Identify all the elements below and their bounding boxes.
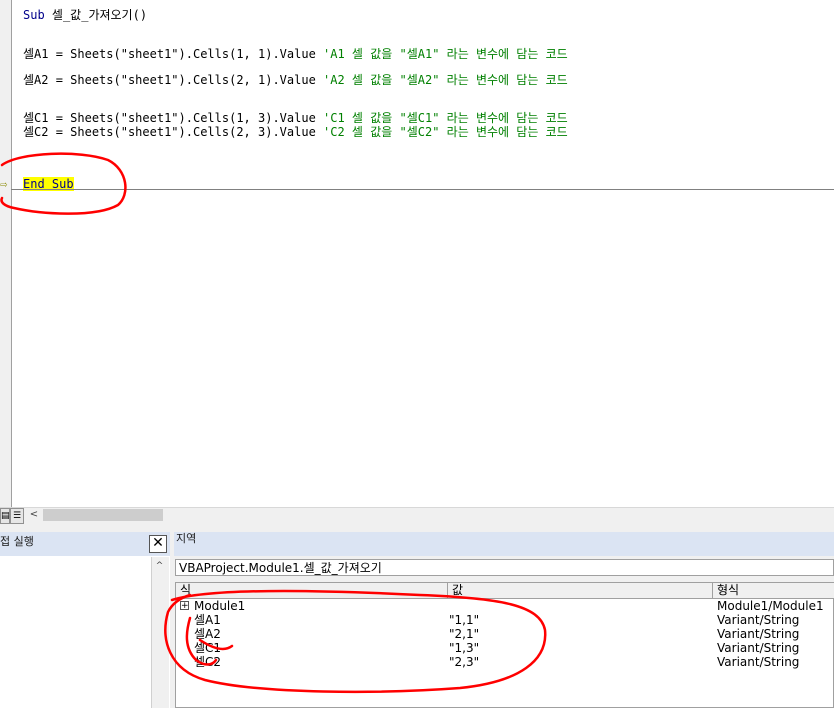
table-row[interactable]: 셀C1 "1,3" Variant/String [176,641,834,655]
code-text: 셀C2 = Sheets("sheet1").Cells(2, 3).Value [23,125,324,139]
code-text: 셀A1 = Sheets("sheet1").Cells(1, 1).Value [23,47,324,61]
row-value: "2,1" [449,627,480,641]
close-icon[interactable]: ✕ [149,535,167,553]
execution-arrow-icon: ⇨ [0,177,8,191]
table-row[interactable]: + Module1 Module1/Module1 [176,599,834,613]
vertical-scrollbar[interactable] [151,557,169,708]
code-comment: 'C1 셀 값을 "셀C1" 라는 변수에 담는 코드 [323,111,568,125]
expand-icon[interactable]: + [180,601,189,611]
row-name: Module1 [194,599,246,613]
full-module-view-button[interactable]: ☰ [10,508,24,524]
row-type: Variant/String [717,627,800,641]
row-name: 셀A2 [194,627,221,641]
locals-window-title: 지역 [174,532,834,556]
keyword-sub: Sub [23,8,45,22]
code-text: 셀A2 = Sheets("sheet1").Cells(2, 1).Value [23,73,324,87]
row-value: "2,3" [449,655,480,669]
row-type: Variant/String [717,613,800,627]
code-comment: 'A2 셀 값을 "셀A2" 라는 변수에 담는 코드 [323,73,568,87]
column-header-value[interactable]: 값 [448,583,713,598]
code-comment: 'A1 셀 값을 "셀A1" 라는 변수에 담는 코드 [323,47,568,61]
row-name: 셀C1 [194,641,222,655]
table-row[interactable]: 셀A1 "1,1" Variant/String [176,613,834,627]
row-name: 셀A1 [194,613,221,627]
column-header-expression[interactable]: 식 [176,583,448,598]
row-type: Variant/String [717,655,800,669]
row-name: 셀C2 [194,655,222,669]
row-value: "1,1" [449,613,480,627]
code-line-c1[interactable]: 셀C1 = Sheets("sheet1").Cells(1, 3).Value… [23,111,568,125]
sub-signature: 셀_값_가져오기() [44,8,148,22]
code-text: 셀C1 = Sheets("sheet1").Cells(1, 3).Value [23,111,324,125]
column-header-type[interactable]: 형식 [713,583,834,598]
scroll-up-icon[interactable]: ^ [153,560,166,572]
table-row[interactable]: 셀A2 "2,1" Variant/String [176,627,834,641]
code-line-a2[interactable]: 셀A2 = Sheets("sheet1").Cells(2, 1).Value… [23,73,568,87]
code-line-a1[interactable]: 셀A1 = Sheets("sheet1").Cells(1, 1).Value… [23,47,568,61]
immediate-window[interactable] [0,532,170,708]
pane-splitter[interactable] [0,524,834,532]
row-type: Variant/String [717,641,800,655]
code-line-sub[interactable]: Sub 셀_값_가져오기() [23,8,147,22]
table-row[interactable]: 셀C2 "2,3" Variant/String [176,655,834,669]
procedure-divider [11,189,834,190]
row-value: "1,3" [449,641,480,655]
procedure-view-button[interactable]: ▤ [0,508,10,524]
locals-context-field: VBAProject.Module1.셀_값_가져오기 [175,559,834,576]
scroll-left-icon[interactable]: < [28,508,40,522]
code-comment: 'C2 셀 값을 "셀C2" 라는 변수에 담는 코드 [323,125,568,139]
breakpoint-margin[interactable] [0,0,12,507]
immediate-window-title: 접 실행 [0,532,170,556]
scroll-thumb[interactable] [43,509,163,521]
code-line-c2[interactable]: 셀C2 = Sheets("sheet1").Cells(2, 3).Value… [23,125,568,139]
row-type: Module1/Module1 [717,599,824,613]
